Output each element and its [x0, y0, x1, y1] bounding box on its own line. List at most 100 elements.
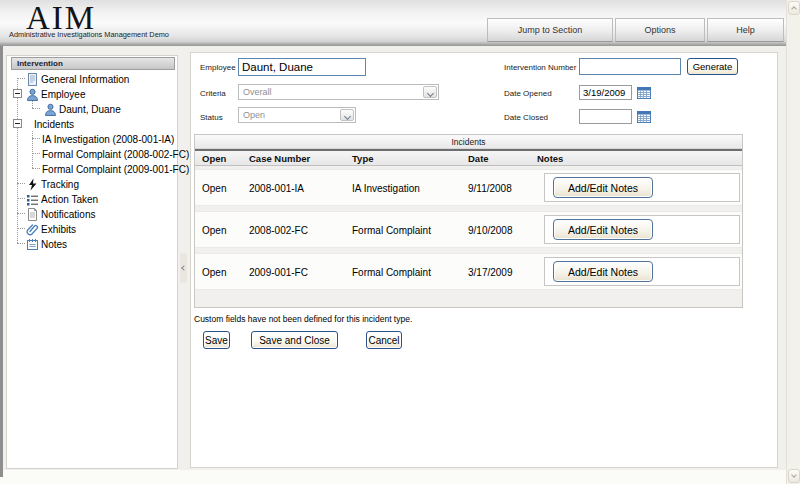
tree-connector-stub [17, 243, 25, 244]
status-select[interactable]: Open [238, 107, 356, 123]
sidebar-item-action-taken[interactable]: Action Taken [7, 191, 177, 206]
generate-button[interactable]: Generate [687, 58, 738, 75]
incident-open: Open [202, 224, 226, 235]
sidebar-item-formal-complaint-2008-002-fc[interactable]: Formal Complaint (2008-002-FC) [7, 146, 177, 161]
document-icon [26, 72, 39, 85]
criteria-dropdown-icon[interactable] [423, 86, 437, 98]
incident-row: Open 2009-001-FC Formal Complaint 3/17/2009… [195, 253, 742, 290]
tree-connector-stub [17, 198, 25, 199]
status-label: Status [200, 113, 223, 122]
sidebar-item-label: Tracking [41, 178, 79, 189]
scroll-up-button[interactable] [788, 1, 800, 15]
incident-case-number: 2008-002-FC [249, 224, 308, 235]
status-value: Open [243, 110, 265, 120]
tree-connector-stub [17, 78, 25, 79]
list-icon [26, 192, 39, 205]
incident-case-number: 2009-001-FC [249, 266, 308, 277]
col-case-number: Case Number [249, 153, 310, 164]
employee-label: Employee [200, 63, 236, 72]
tree-connector-stub [32, 153, 40, 154]
bottom-strip [0, 470, 786, 484]
sidebar-item-label: Formal Complaint (2008-002-FC) [42, 148, 189, 159]
criteria-value: Overall [243, 87, 272, 97]
incidents-table-header: Open Case Number Type Date Notes [195, 149, 742, 166]
sidebar-item-exhibits[interactable]: Exhibits [7, 221, 177, 236]
save-and-close-button[interactable]: Save and Close [251, 331, 338, 349]
options-button[interactable]: Options [615, 18, 705, 42]
intervention-number-input[interactable] [579, 58, 681, 75]
sidebar-item-incidents[interactable]: Incidents [7, 116, 177, 131]
tree-collapse-toggle[interactable] [13, 89, 22, 98]
date-closed-calendar-icon[interactable] [637, 109, 651, 122]
sidebar-item-label: Notifications [41, 208, 95, 219]
sidebar: Intervention General Information Employee… [6, 55, 178, 469]
add-edit-notes-button[interactable]: Add/Edit Notes [553, 261, 653, 282]
date-opened-label: Date Opened [504, 89, 552, 98]
incident-row: Open 2008-001-IA IA Investigation 9/11/2008… [195, 169, 742, 206]
tree-connector-stub [17, 183, 25, 184]
add-edit-notes-button[interactable]: Add/Edit Notes [553, 177, 653, 198]
date-opened-calendar-icon[interactable] [637, 85, 651, 98]
custom-fields-note: Custom fields have not been defined for … [194, 314, 412, 324]
sidebar-tree: General Information Employee Daunt, Duane I… [7, 71, 177, 261]
notes-cell: Add/Edit Notes [544, 257, 740, 286]
incident-date: 9/10/2008 [468, 224, 513, 235]
date-opened-input[interactable] [579, 85, 632, 100]
incident-date: 3/17/2009 [468, 266, 513, 277]
sidebar-item-general-information[interactable]: General Information [7, 71, 177, 86]
notes-cell: Add/Edit Notes [544, 173, 740, 202]
left-frame-border [0, 46, 3, 477]
incidents-table: Incidents Open Case Number Type Date Not… [194, 134, 743, 308]
sidebar-item-label: Daunt, Duane [59, 103, 121, 114]
sidebar-item-label: Formal Complaint (2009-001-FC) [42, 163, 189, 174]
header-divider [0, 42, 786, 46]
sidebar-item-daunt-duane[interactable]: Daunt, Duane [7, 101, 177, 116]
splitter-collapse-handle[interactable] [180, 253, 187, 283]
employee-input[interactable] [238, 58, 366, 76]
scroll-down-button[interactable] [788, 469, 800, 483]
notes-icon [26, 237, 39, 250]
incident-date: 9/11/2008 [468, 182, 512, 193]
criteria-select[interactable]: Overall [238, 84, 439, 100]
tree-connector-stub [32, 108, 40, 109]
incident-open: Open [202, 182, 226, 193]
sidebar-item-notes[interactable]: Notes [7, 236, 177, 251]
sidebar-item-notifications[interactable]: Notifications [7, 206, 177, 221]
person-icon [26, 87, 39, 100]
cancel-button[interactable]: Cancel [366, 331, 402, 349]
sidebar-item-label: Incidents [34, 118, 74, 129]
sidebar-item-label: Employee [41, 88, 85, 99]
tree-connector-stub [17, 213, 25, 214]
col-notes: Notes [537, 153, 563, 164]
incident-case-number: 2008-001-IA [249, 182, 304, 193]
incidents-table-title: Incidents [195, 135, 742, 149]
main-panel: Employee Criteria Overall Status Open In… [190, 52, 778, 468]
incident-row: Open 2008-002-FC Formal Complaint 9/10/2008… [195, 211, 742, 248]
sidebar-item-label: Exhibits [41, 223, 76, 234]
date-closed-label: Date Closed [504, 113, 548, 122]
sidebar-item-formal-complaint-2009-001-fc[interactable]: Formal Complaint (2009-001-FC) [7, 161, 177, 176]
save-button[interactable]: Save [203, 331, 230, 349]
sidebar-item-label: IA Investigation (2008-001-IA) [42, 133, 174, 144]
sidebar-item-employee[interactable]: Employee [7, 86, 177, 101]
jump-to-section-button[interactable]: Jump to Section [487, 18, 613, 42]
incident-type: Formal Complaint [352, 266, 431, 277]
add-edit-notes-button[interactable]: Add/Edit Notes [553, 219, 653, 240]
intervention-number-label: Intervention Number [504, 63, 576, 72]
incident-open: Open [202, 266, 226, 277]
sidebar-item-tracking[interactable]: Tracking [7, 176, 177, 191]
tree-collapse-toggle[interactable] [13, 119, 22, 128]
status-dropdown-icon[interactable] [340, 109, 354, 121]
sidebar-header: Intervention [11, 57, 175, 70]
vertical-scrollbar[interactable] [786, 0, 800, 484]
criteria-label: Criteria [200, 89, 226, 98]
incident-type: Formal Complaint [352, 224, 431, 235]
notes-cell: Add/Edit Notes [544, 215, 740, 244]
tree-connector-stub [32, 138, 40, 139]
help-button[interactable]: Help [707, 18, 784, 42]
incident-type: IA Investigation [352, 182, 420, 193]
sidebar-item-ia-investigation-2008-001-ia[interactable]: IA Investigation (2008-001-IA) [7, 131, 177, 146]
app-subtitle: Administrative Investigations Management… [9, 30, 169, 39]
date-closed-input[interactable] [579, 109, 632, 124]
sidebar-item-label: Notes [41, 238, 67, 249]
